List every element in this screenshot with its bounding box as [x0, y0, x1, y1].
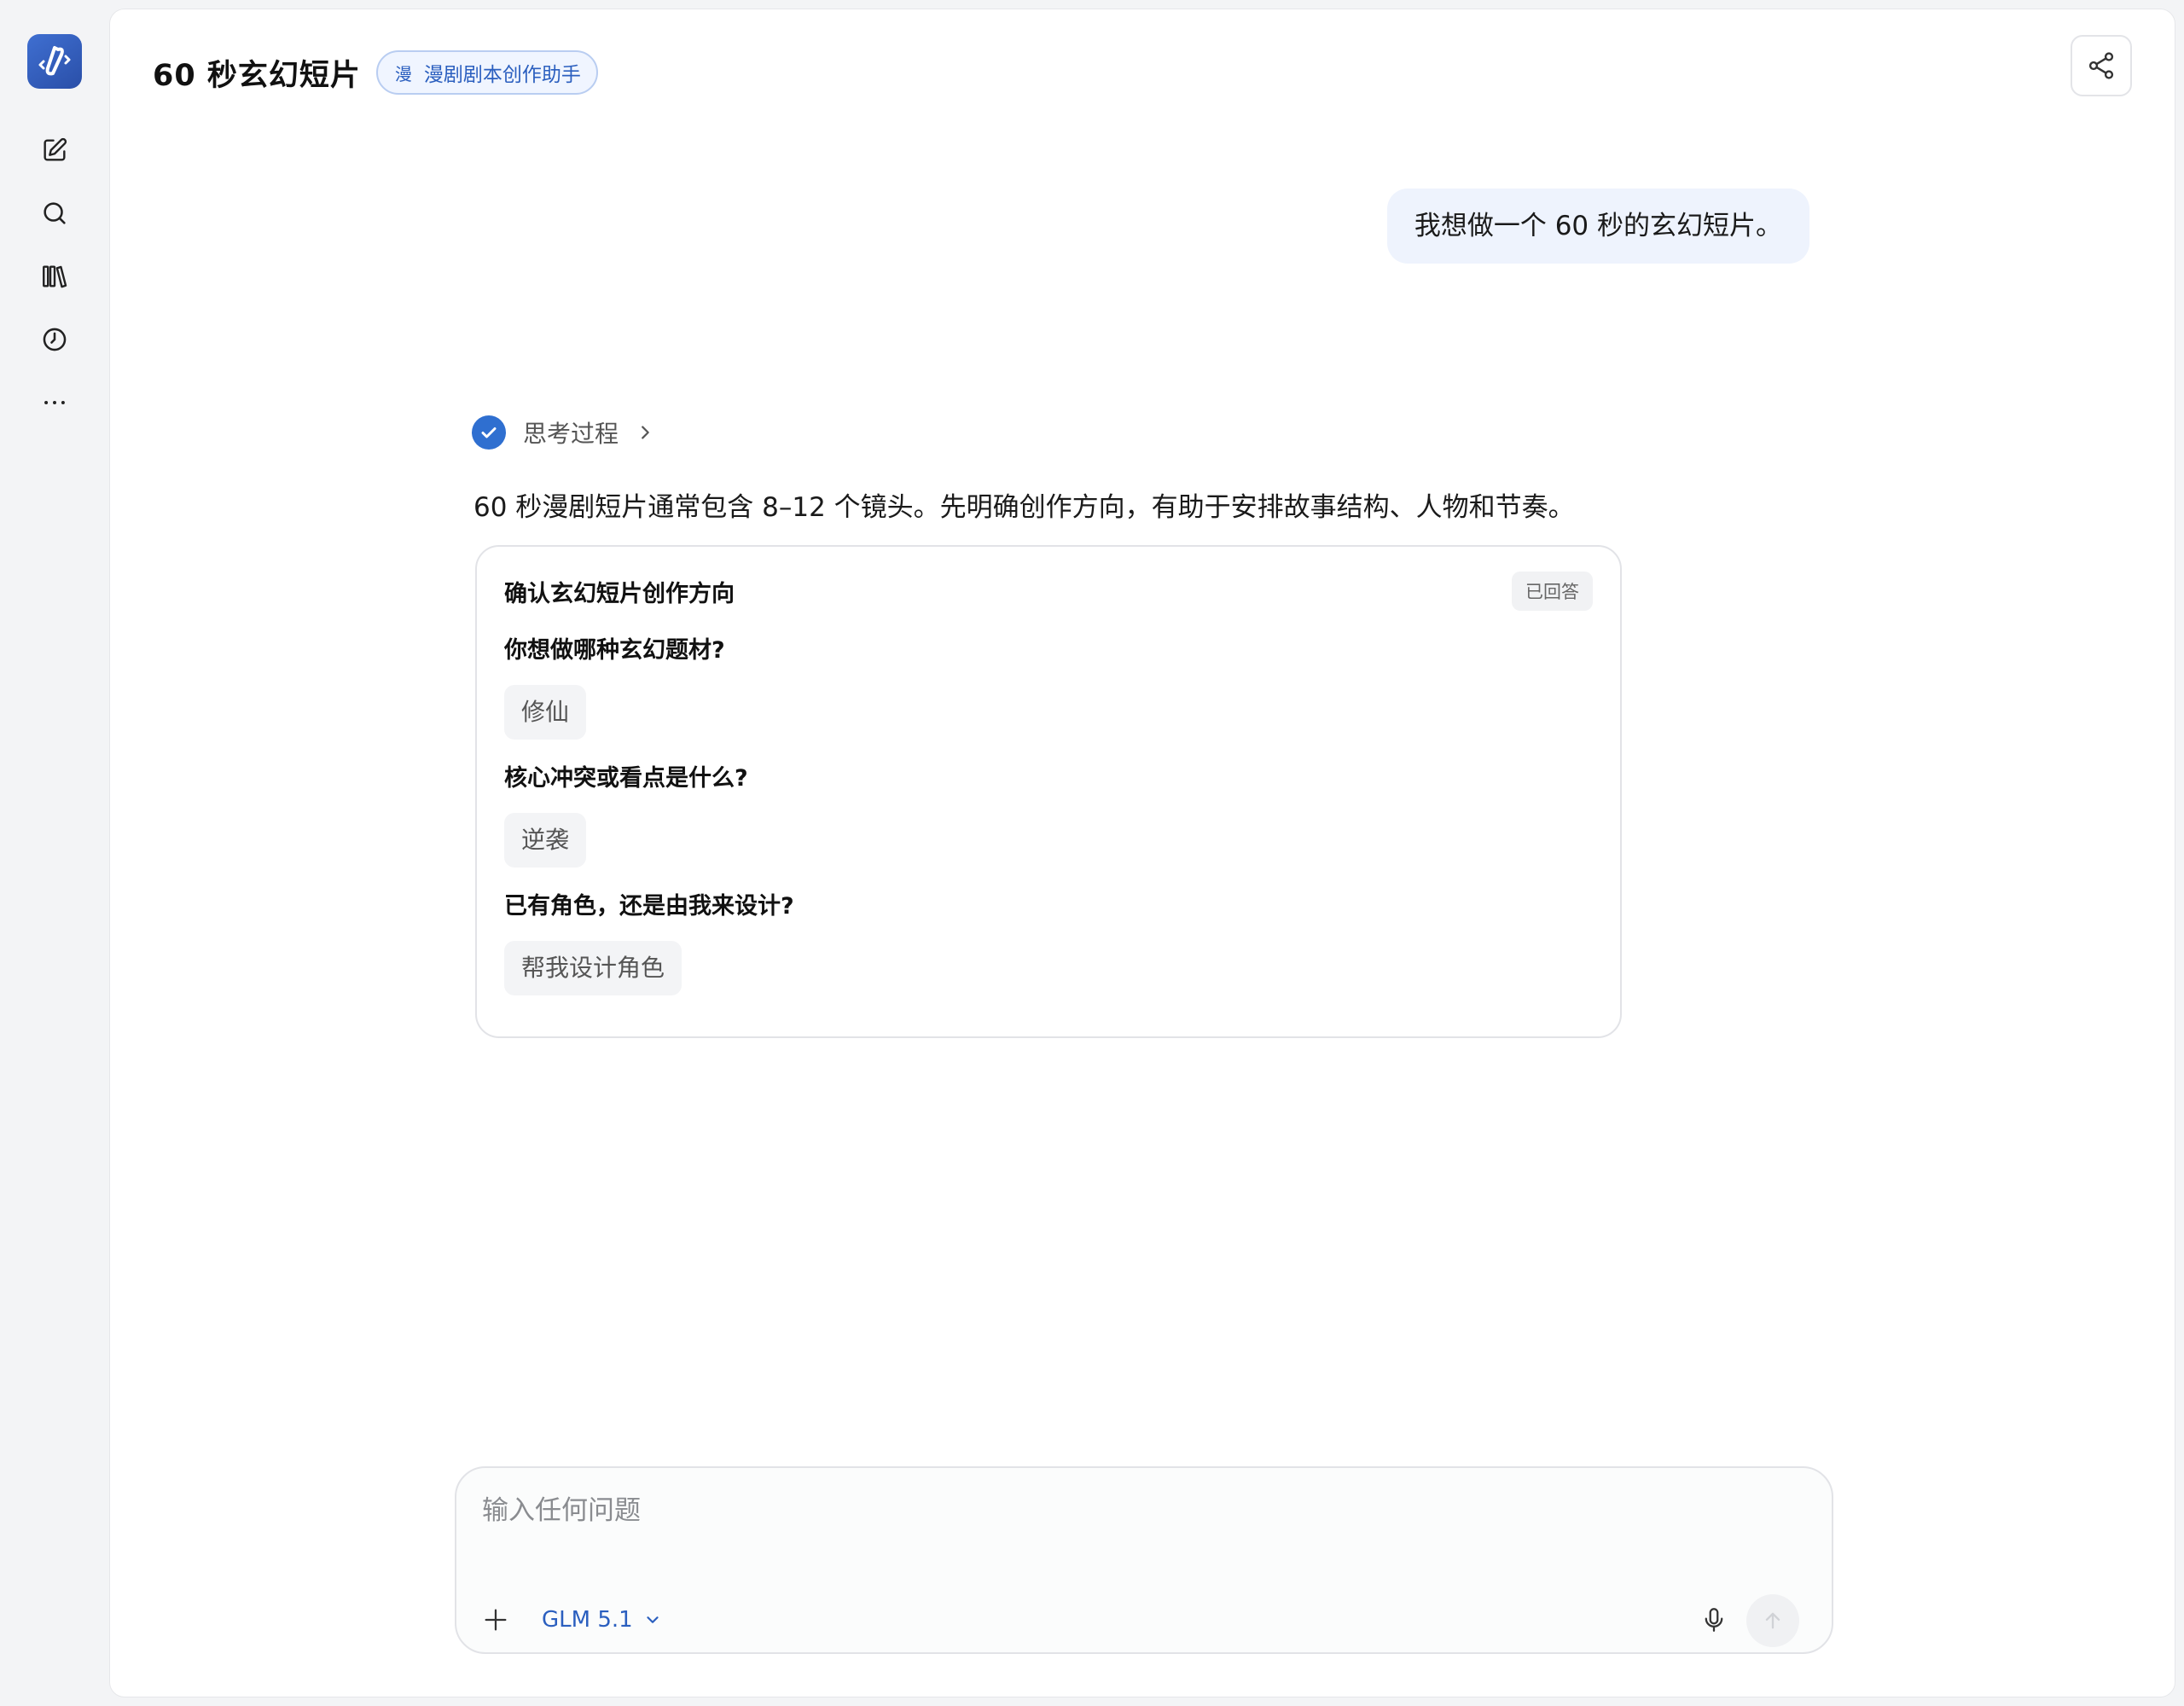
agent-badge-icon: 漫: [394, 63, 412, 84]
card-title: 确认玄幻短片创作方向: [504, 580, 735, 607]
answer-chip: 修仙: [504, 685, 587, 740]
logo-glyph-icon: [38, 46, 71, 76]
qa-item: 你想做哪种玄幻题材? 修仙: [504, 630, 1593, 740]
header: 60 秒玄幻短片 漫 漫剧剧本创作助手: [153, 47, 598, 98]
search-icon[interactable]: [31, 189, 78, 237]
arrow-up-icon: [1765, 1612, 1780, 1629]
answer-chip: 帮我设计角色: [504, 941, 682, 995]
share-icon: [2088, 52, 2114, 79]
question: 你想做哪种玄幻题材?: [504, 637, 725, 664]
more-icon[interactable]: [31, 379, 78, 426]
user-message: 我想做一个 60 秒的玄幻短片。: [1386, 189, 1809, 264]
status-badge: 已回答: [1512, 572, 1593, 611]
app-logo-icon[interactable]: [27, 34, 82, 89]
question: 核心冲突或看点是什么?: [504, 765, 748, 792]
plus-icon: [485, 1609, 507, 1631]
send-button[interactable]: [1746, 1594, 1799, 1647]
assistant-message: 60 秒漫剧短片通常包含 8–12 个镜头。先明确创作方向，有助于安排故事结构、…: [473, 492, 1575, 523]
question: 已有角色，还是由我来设计?: [504, 893, 794, 920]
history-icon[interactable]: [31, 316, 78, 363]
model-selector[interactable]: GLM 5.1: [542, 1601, 662, 1639]
qa-item: 已有角色，还是由我来设计? 帮我设计角色: [504, 886, 1593, 995]
agent-badge-label: 漫剧剧本创作助手: [423, 64, 581, 86]
microphone-icon: [1705, 1608, 1723, 1632]
check-icon: [472, 415, 506, 450]
add-attachment-button[interactable]: [475, 1599, 516, 1640]
thinking-label: 思考过程: [523, 420, 619, 448]
answer-chip: 逆袭: [504, 813, 587, 868]
model-label: GLM 5.1: [542, 1607, 633, 1633]
new-chat-icon[interactable]: [31, 126, 78, 174]
chevron-down-icon: [647, 1616, 659, 1623]
chevron-right-icon: [642, 426, 649, 439]
composer: GLM 5.1: [455, 1466, 1833, 1654]
qa-item: 核心冲突或看点是什么? 逆袭: [504, 758, 1593, 868]
confirm-card: 确认玄幻短片创作方向 已回答 你想做哪种玄幻题材? 修仙 核心冲突或看点是什么?…: [475, 545, 1622, 1038]
voice-input-button[interactable]: [1690, 1596, 1738, 1644]
sidebar-rail: [0, 0, 109, 1706]
page-title: 60 秒玄幻短片: [153, 58, 361, 93]
library-icon[interactable]: [31, 252, 78, 300]
agent-badge[interactable]: 漫 漫剧剧本创作助手: [375, 50, 598, 95]
message-input[interactable]: [482, 1495, 1762, 1526]
main-panel: 60 秒玄幻短片 漫 漫剧剧本创作助手 我想做一个 60 秒的玄幻短片。 思考过…: [109, 9, 2175, 1697]
thinking-toggle[interactable]: 思考过程: [472, 415, 654, 450]
share-button[interactable]: [2071, 35, 2132, 96]
